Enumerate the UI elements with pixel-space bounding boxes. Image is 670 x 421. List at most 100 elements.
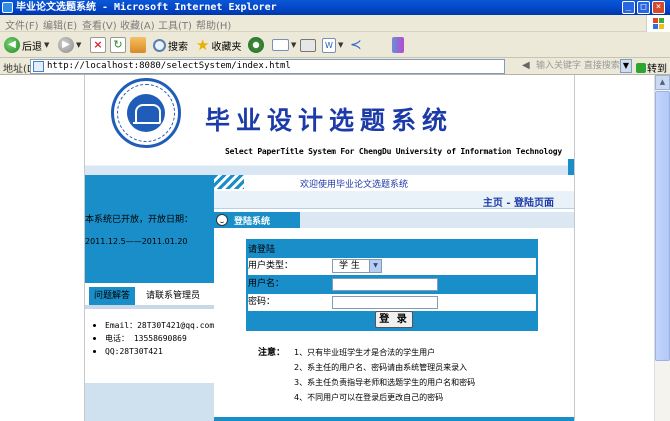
messenger-icon: ≺ [350, 37, 362, 53]
system-subtitle: Select PaperTitle System For ChengDu Uni… [225, 147, 562, 156]
logo-emblem [127, 94, 165, 132]
login-button[interactable]: 登 录 [375, 311, 413, 328]
forward-dropdown-icon[interactable]: ▼ [76, 41, 81, 49]
chevron-down-icon[interactable]: ▼ [369, 260, 381, 272]
minimize-button[interactable]: _ [622, 1, 635, 14]
refresh-icon: ↻ [110, 37, 126, 53]
edit-dropdown-icon[interactable]: ▼ [338, 41, 343, 49]
welcome-text: 欢迎使用毕业论文选题系统 [300, 180, 409, 190]
mail-dropdown-icon[interactable]: ▼ [291, 41, 296, 49]
search-button[interactable]: 搜索 [153, 36, 188, 54]
username-label: 用户名： [248, 279, 285, 289]
password-cell [330, 294, 536, 311]
research-button[interactable] [392, 36, 404, 54]
note-item: 1、只有毕业班学生才是合法的学生用户 [294, 348, 436, 357]
word-icon: W [322, 37, 336, 53]
nav-back-small-icon[interactable]: ◀ [522, 60, 530, 71]
stop-icon: × [90, 37, 106, 53]
go-button[interactable]: 转到 [636, 60, 667, 75]
menu-edit[interactable]: 编辑(E) [43, 17, 77, 32]
media-icon [248, 37, 264, 53]
magnifier-icon [153, 38, 166, 52]
section-title: 登陆系统 [234, 217, 271, 227]
help-panel: 问题解答 请联系管理员 Email：28T30T421@qq.com 电话： 1… [85, 283, 214, 379]
forward-button[interactable]: ▶ ▼ [58, 36, 81, 54]
login-caption: 请登陆 [248, 245, 276, 255]
mail-button[interactable]: ▼ [272, 36, 296, 54]
scroll-thumb[interactable] [655, 91, 670, 361]
user-type-select[interactable]: 学 生 ▼ [332, 259, 382, 273]
right-column: 欢迎使用毕业论文选题系统 主页 - 登陆页面 登陆系统 请登陆 用户类型： 学 … [214, 175, 574, 421]
tab-contact-admin[interactable]: 请联系管理员 [137, 287, 209, 305]
tab-faq[interactable]: 问题解答 [89, 287, 135, 305]
username-row: 用户名： [248, 276, 536, 293]
windows-logo-icon [646, 15, 670, 32]
login-section-header: 登陆系统 [214, 212, 574, 228]
contact-qq: QQ:28T30T421 [91, 345, 214, 358]
password-label: 密码： [248, 294, 330, 311]
media-button[interactable] [248, 36, 264, 54]
back-arrow-icon: ◀ [4, 37, 20, 53]
menu-file[interactable]: 文件(F) [5, 17, 39, 32]
university-logo [111, 78, 181, 148]
address-input[interactable]: http://localhost:8080/selectSystem/index… [30, 59, 505, 74]
vertical-scrollbar[interactable]: ▲ [654, 75, 670, 421]
menu-favorites[interactable]: 收藏(A) [120, 17, 155, 32]
system-title: 毕业设计选题系统 [205, 106, 454, 135]
user-type-cell: 学 生 ▼ [330, 258, 536, 275]
edit-button[interactable]: W ▼ [322, 36, 343, 54]
page-viewport: 毕业设计选题系统 Select PaperTitle System For Ch… [0, 75, 670, 421]
menu-bar: 文件(F) 编辑(E) 查看(V) 收藏(A) 工具(T) 帮助(H) [0, 15, 670, 32]
breadcrumb-row: 主页 - 登陆页面 [214, 191, 574, 209]
help-tabs: 问题解答 请联系管理员 [85, 287, 214, 305]
menu-tools[interactable]: 工具(T) [158, 17, 192, 32]
notice-dates: 2011.12.5——2011.01.20 [85, 237, 188, 246]
mail-icon [272, 39, 289, 51]
refresh-button[interactable]: ↻ [110, 36, 126, 54]
notes-heading: 注意： [258, 348, 286, 358]
messenger-button[interactable]: ≺ [350, 36, 362, 54]
bottom-rule [214, 417, 574, 421]
star-icon: ★ [196, 36, 210, 54]
smiley-icon [216, 214, 228, 226]
note-item: 4、不同用户可以在登录后更改自己的密码 [294, 393, 444, 402]
user-type-value: 学 生 [339, 261, 360, 271]
home-button[interactable] [130, 36, 146, 54]
login-form: 请登陆 用户类型： 学 生 ▼ 用户名： 密码： 登 录 [246, 239, 538, 331]
back-label: 后退 [22, 41, 42, 53]
password-input[interactable] [332, 296, 438, 309]
research-icon [392, 37, 404, 53]
site-banner: 毕业设计选题系统 Select PaperTitle System For Ch… [85, 75, 574, 175]
window-title: 毕业论文选题系统 - Microsoft Internet Explorer [16, 2, 277, 13]
search-dropdown-icon[interactable]: ▼ [620, 59, 632, 73]
notes-list: 1、只有毕业班学生才是合法的学生用户 2、系主任的用户名、密码请由系统管理员来录… [294, 345, 475, 405]
banner-divider [85, 159, 574, 175]
left-footer-panel [85, 383, 214, 421]
back-dropdown-icon[interactable]: ▼ [44, 41, 49, 49]
go-label: 转到 [647, 64, 667, 75]
decorative-stripe [214, 175, 244, 189]
keyword-search-input[interactable]: 输入关键字 直接搜索 [534, 59, 620, 74]
close-button[interactable]: × [652, 1, 665, 14]
stop-button[interactable]: × [90, 36, 106, 54]
scroll-up-icon[interactable]: ▲ [655, 75, 670, 90]
welcome-band: 欢迎使用毕业论文选题系统 [214, 175, 574, 190]
title-bar: 毕业论文选题系统 - Microsoft Internet Explorer _… [0, 0, 670, 15]
left-column: 本系统已开放，开放日期： 2011.12.5——2011.01.20 问题解答 … [85, 175, 214, 421]
home-icon [130, 37, 146, 53]
user-type-row: 用户类型： 学 生 ▼ [248, 258, 536, 275]
favorites-button[interactable]: ★ 收藏夹 [196, 36, 241, 54]
back-button[interactable]: ◀ 后退 ▼ [4, 36, 49, 54]
menu-view[interactable]: 查看(V) [82, 17, 117, 32]
notice-text: 本系统已开放，开放日期： [85, 215, 194, 225]
menu-help[interactable]: 帮助(H) [196, 17, 231, 32]
print-button[interactable] [300, 36, 316, 54]
go-arrow-icon [636, 62, 646, 73]
forward-arrow-icon: ▶ [58, 37, 74, 53]
search-label: 搜索 [168, 41, 188, 53]
contact-phone: 电话： 13558690869 [91, 332, 214, 345]
page-icon [33, 61, 44, 72]
user-type-label: 用户类型： [248, 258, 330, 275]
username-input[interactable] [332, 278, 438, 291]
maximize-button[interactable]: □ [637, 1, 650, 14]
